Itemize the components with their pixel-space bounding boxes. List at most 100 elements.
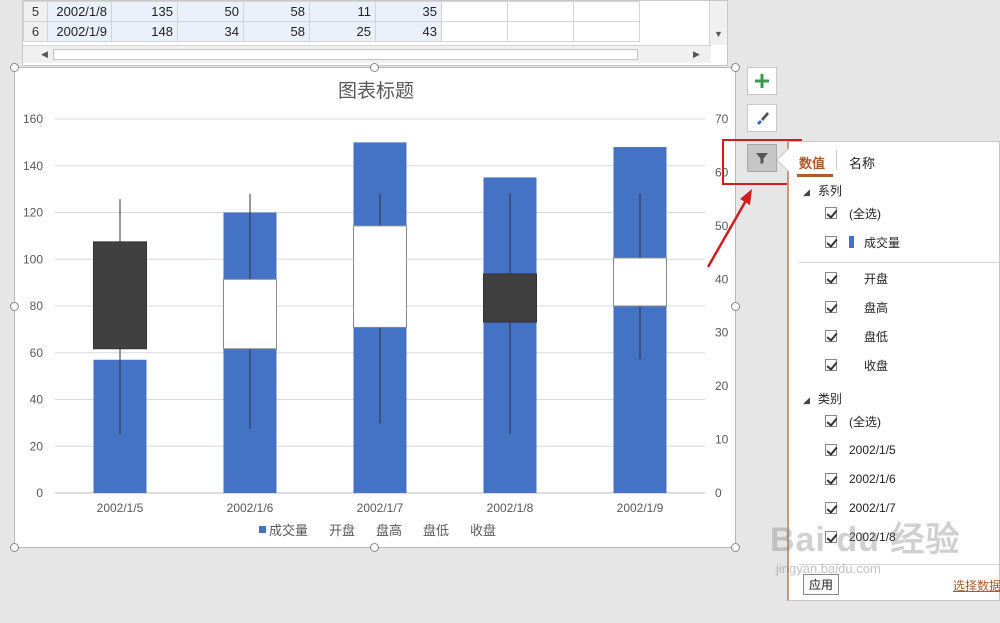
checkbox-checked[interactable] [825,236,837,248]
category-filter-item[interactable]: 2002/1/5 [825,441,896,459]
filter-tabs: 数值 名称 [789,142,1000,177]
empty-cell[interactable] [573,21,640,42]
vertical-scrollbar[interactable]: ▼ [709,1,727,45]
y-primary-tick-label: 20 [30,439,44,453]
tab-values[interactable]: 数值 [799,153,825,172]
category-section-header[interactable]: ◢ 类别 [803,390,842,407]
x-category-label: 2002/1/6 [227,501,274,515]
resize-handle-middle-left[interactable] [10,302,19,311]
candle-body [483,273,537,323]
chart-area[interactable]: 图表标题 0 20 40 60 80 100 120 140 160 0 10 20 30 40 50 60 70… [14,67,736,548]
empty-cell[interactable] [441,21,508,42]
category-filter-item[interactable]: (全选) [825,412,881,430]
scroll-right-arrow-icon[interactable]: ▶ [693,49,700,60]
tab-separator [836,150,837,170]
value-cell[interactable]: 58 [243,21,310,42]
value-cell[interactable]: 135 [111,1,178,22]
checkbox-checked[interactable] [825,359,837,371]
series-divider [799,262,999,263]
value-cell[interactable]: 148 [111,21,178,42]
series-filter-item[interactable]: 开盘 [825,269,888,287]
legend-item: 成交量 [269,523,308,538]
scroll-down-arrow-icon[interactable]: ▼ [714,29,723,39]
series-filter-item[interactable]: 收盘 [825,356,888,374]
y-primary-tick-label: 160 [23,112,43,126]
legend-item: 盘低 [423,523,449,538]
y-secondary-tick-label: 30 [715,326,729,340]
series-filter-item[interactable]: 盘高 [825,298,888,316]
resize-handle-top-center[interactable] [370,63,379,72]
x-category-label: 2002/1/5 [97,501,144,515]
y-primary-tick-label: 0 [36,486,43,500]
horizontal-scroll-thumb[interactable] [53,49,638,60]
value-cell[interactable]: 43 [375,21,442,42]
value-cell[interactable]: 35 [375,1,442,22]
legend-item: 盘高 [376,523,402,538]
candle-body [353,225,407,328]
brush-icon [757,112,769,125]
y-primary-tick-label: 100 [23,252,43,266]
legend-item: 开盘 [329,523,355,538]
value-cell[interactable]: 34 [177,21,244,42]
x-category-label: 2002/1/8 [487,501,534,515]
y-primary-tick-label: 140 [23,159,43,173]
resize-handle-bottom-right[interactable] [731,543,740,552]
x-category-label: 2002/1/7 [357,501,404,515]
resize-handle-bottom-left[interactable] [10,543,19,552]
chart-styles-button[interactable] [747,104,777,132]
y-primary-tick-label: 120 [23,206,43,220]
chart-title: 图表标题 [338,80,414,102]
resize-handle-top-left[interactable] [10,63,19,72]
row-number[interactable]: 6 [23,21,48,42]
checkbox-checked[interactable] [825,301,837,313]
series-filter-label: (全选) [849,206,881,221]
checkbox-checked[interactable] [825,272,837,284]
tab-names[interactable]: 名称 [849,153,875,172]
annotation-arrow-icon [706,189,752,268]
resize-handle-middle-right[interactable] [731,302,740,311]
value-cell[interactable]: 25 [309,21,376,42]
checkbox-checked[interactable] [825,207,837,219]
y-secondary-tick-label: 20 [715,379,729,393]
candle-body [93,241,147,350]
series-filter-item[interactable]: (全选) [825,204,881,222]
scroll-left-arrow-icon[interactable]: ◀ [41,49,48,60]
series-filter-label: 盘低 [864,329,889,344]
empty-cell[interactable] [507,21,574,42]
resize-handle-bottom-center[interactable] [370,543,379,552]
series-color-swatch [849,236,854,248]
empty-cell[interactable] [573,1,640,22]
empty-cell[interactable] [507,1,574,22]
empty-cell[interactable] [441,1,508,22]
category-filter-label: 2002/1/5 [849,443,896,457]
spreadsheet-grid: 5 2002/1/8 135 50 58 11 35 6 2002/1/9 148 34 58 25 43… [22,0,728,66]
y-primary-tick-label: 80 [30,299,44,313]
checkbox-checked[interactable] [825,444,837,456]
series-filter-item[interactable]: 成交量 [825,233,900,251]
checkbox-checked[interactable] [825,330,837,342]
value-cell[interactable]: 50 [177,1,244,22]
collapse-triangle-icon[interactable]: ◢ [803,395,810,405]
date-cell[interactable]: 2002/1/8 [47,1,112,22]
value-cell[interactable]: 58 [243,1,310,22]
checkbox-checked[interactable] [825,473,837,485]
collapse-triangle-icon[interactable]: ◢ [803,187,810,197]
category-header-label: 类别 [817,392,842,406]
series-filter-item[interactable]: 盘低 [825,327,888,345]
checkbox-checked[interactable] [825,415,837,427]
candle-body [613,257,667,307]
select-data-link[interactable]: 选择数据 [953,577,1000,594]
active-tab-underline [797,174,833,177]
series-filter-label: 收盘 [864,358,889,373]
value-cell[interactable]: 11 [309,1,376,22]
resize-handle-top-right[interactable] [731,63,740,72]
date-cell[interactable]: 2002/1/9 [47,21,112,42]
chart-elements-button[interactable] [747,67,777,95]
chart-svg: 图表标题020406080100120140160010203040506070… [23,80,729,538]
horizontal-scrollbar[interactable]: ◀ ▶ [23,45,711,63]
category-filter-item[interactable]: 2002/1/6 [825,470,896,488]
series-section-header[interactable]: ◢ 系列 [803,182,842,199]
series-filter-label: 成交量 [864,235,901,250]
row-number[interactable]: 5 [23,1,48,22]
plus-icon [755,74,769,88]
